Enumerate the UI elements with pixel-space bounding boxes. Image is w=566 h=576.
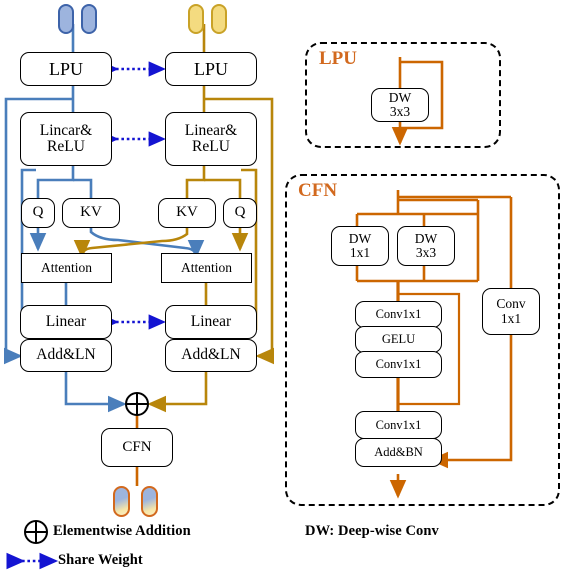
figure-canvas: LPU LPU Lincar& ReLU Linear& ReLU Q KV K… bbox=[0, 0, 566, 576]
legend-plus-icon bbox=[24, 520, 48, 544]
elementwise-addition-icon bbox=[125, 392, 149, 416]
merge-operator-layer bbox=[24, 392, 149, 544]
